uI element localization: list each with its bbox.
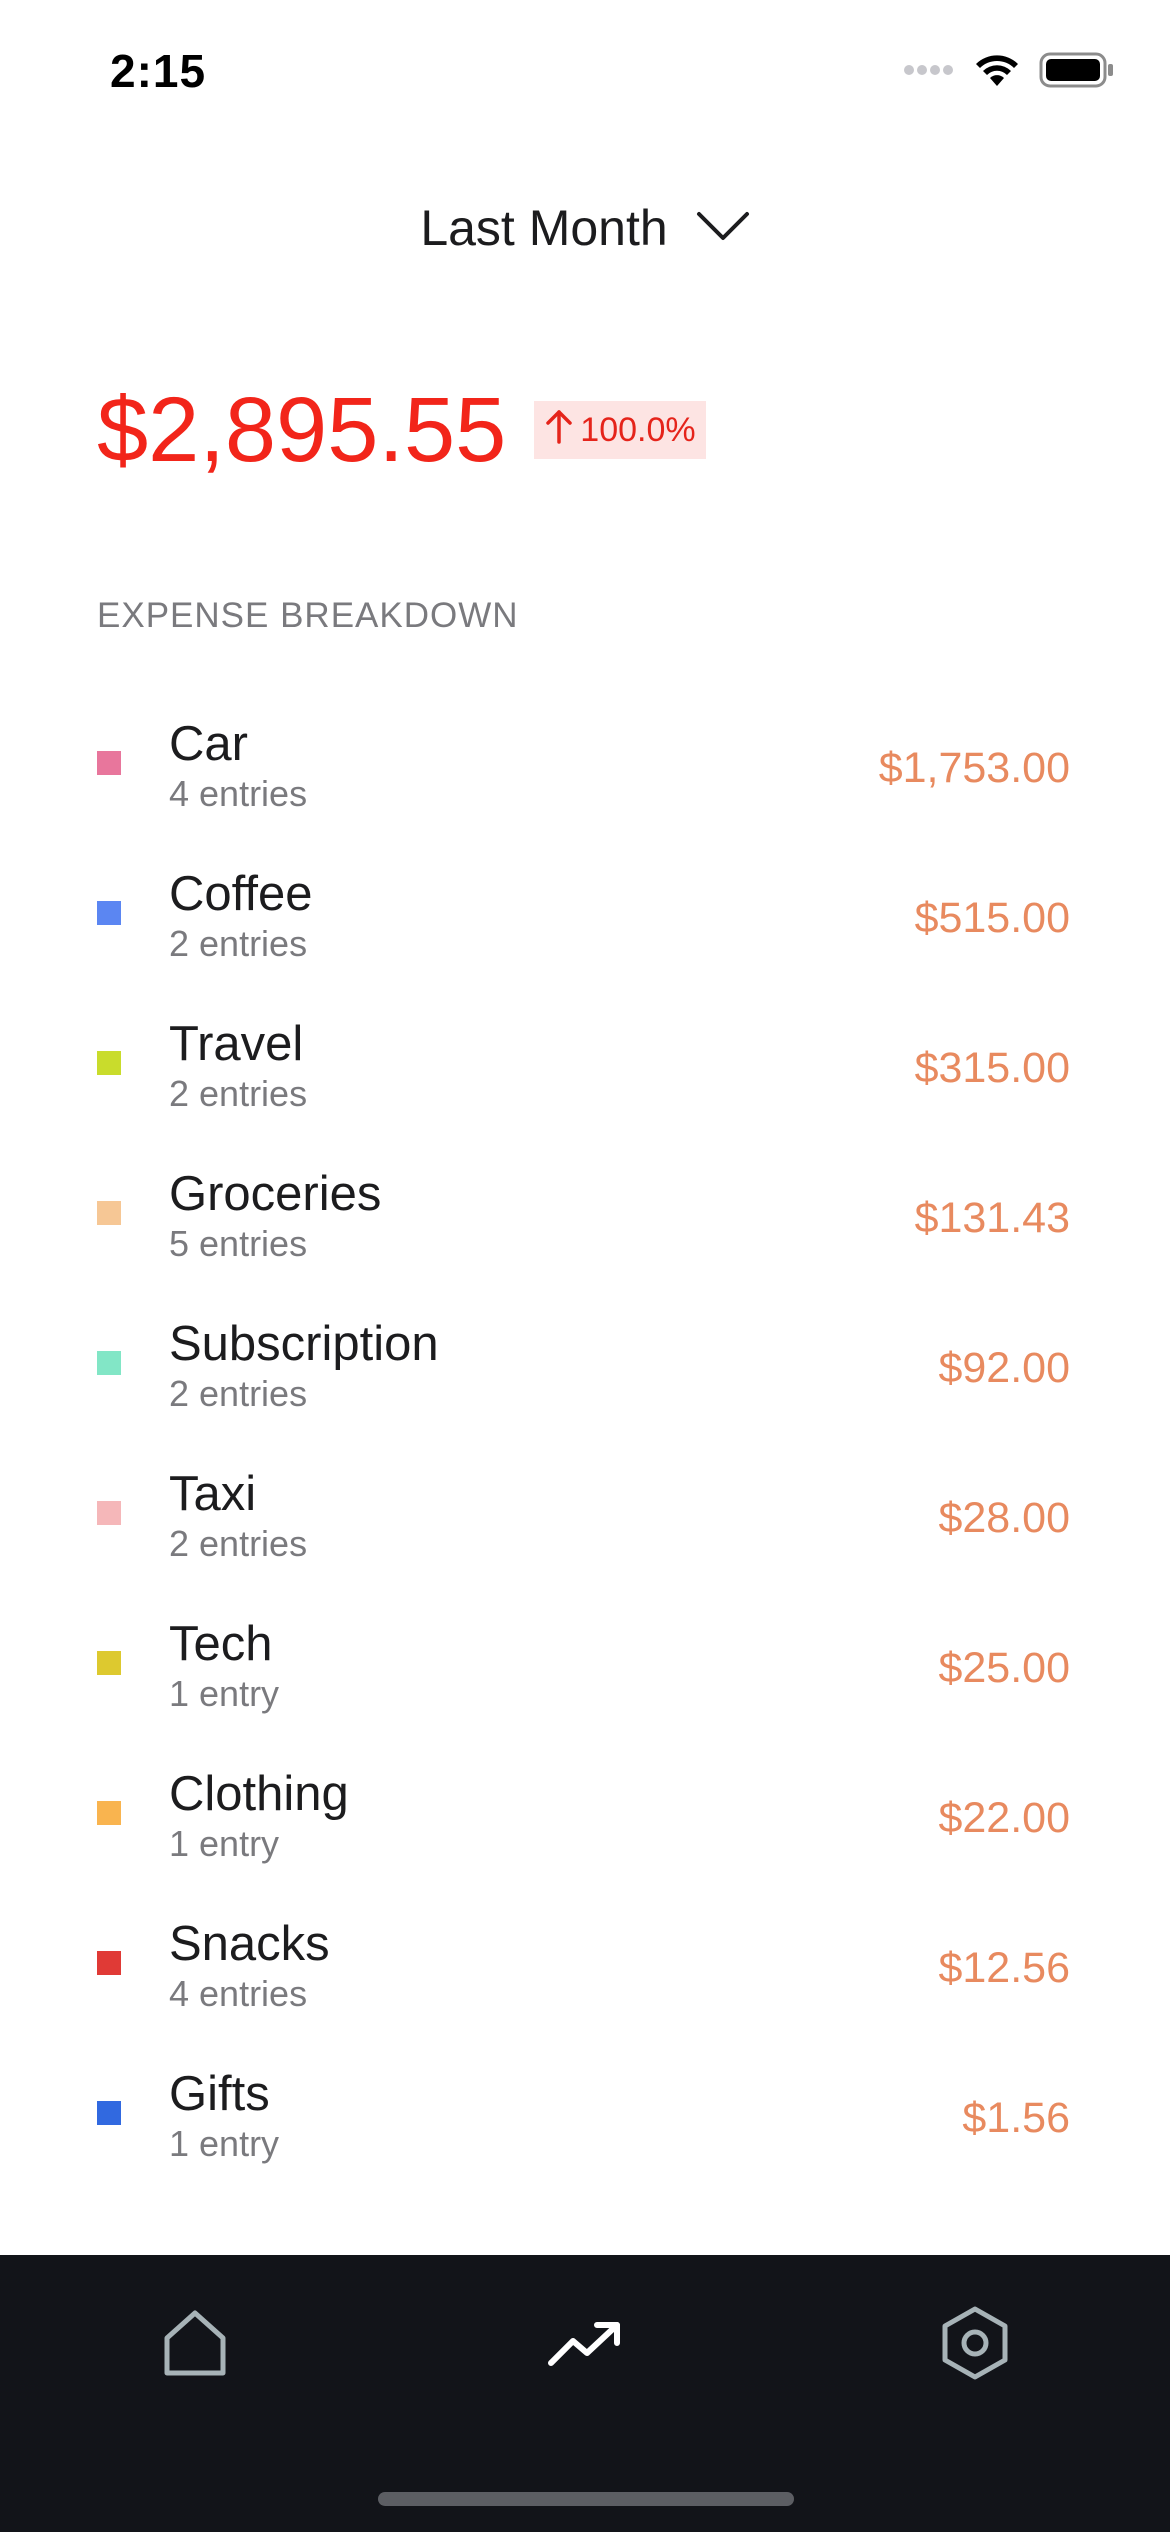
category-amount: $515.00 (914, 894, 1070, 942)
expense-item[interactable]: Coffee 2 entries $515.00 (0, 856, 1170, 1006)
category-amount: $28.00 (938, 1494, 1070, 1542)
expense-item[interactable]: Clothing 1 entry $22.00 (0, 1756, 1170, 1906)
arrow-up-icon (544, 408, 574, 453)
category-color-swatch (97, 1201, 121, 1225)
category-amount: $1,753.00 (878, 744, 1070, 792)
expense-item[interactable]: Travel 2 entries $315.00 (0, 1006, 1170, 1156)
tab-settings[interactable] (915, 2295, 1035, 2395)
status-time: 2:15 (110, 45, 207, 97)
category-name: Gifts (169, 2067, 270, 2121)
category-amount: $131.43 (914, 1194, 1070, 1242)
category-entry-count: 5 entries (169, 1223, 308, 1264)
category-entry-count: 1 entry (169, 1673, 280, 1714)
section-title: EXPENSE BREAKDOWN (97, 596, 519, 635)
change-percent: 100.0% (580, 410, 696, 449)
trending-up-icon (547, 2317, 623, 2374)
category-name: Taxi (169, 1467, 257, 1521)
expense-item[interactable]: Tech 1 entry $25.00 (0, 1606, 1170, 1756)
category-amount: $92.00 (938, 1344, 1070, 1392)
category-color-swatch (97, 901, 121, 925)
category-color-swatch (97, 1501, 121, 1525)
expense-item[interactable]: Taxi 2 entries $28.00 (0, 1456, 1170, 1606)
category-name: Subscription (169, 1317, 439, 1371)
total-amount: $2,895.55 (97, 379, 507, 481)
category-amount: $22.00 (938, 1794, 1070, 1842)
signal-icon (903, 63, 955, 82)
category-color-swatch (97, 751, 121, 775)
category-name: Clothing (169, 1767, 349, 1821)
category-entry-count: 4 entries (169, 1973, 308, 2014)
category-name: Snacks (169, 1917, 330, 1971)
category-entry-count: 2 entries (169, 1373, 308, 1414)
category-name: Groceries (169, 1167, 382, 1221)
category-entry-count: 2 entries (169, 923, 308, 964)
home-indicator (378, 2492, 794, 2506)
settings-hexagon-icon (940, 2305, 1010, 2386)
category-name: Car (169, 717, 248, 771)
category-color-swatch (97, 1651, 121, 1675)
category-entry-count: 2 entries (169, 1523, 308, 1564)
battery-icon (1039, 52, 1115, 93)
expense-item[interactable]: Gifts 1 entry $1.56 (0, 2056, 1170, 2206)
expense-list: Car 4 entries $1,753.00 Coffee 2 entries… (0, 706, 1170, 2206)
tab-analytics[interactable] (525, 2295, 645, 2395)
total-summary: $2,895.55 100.0% (97, 370, 706, 490)
status-bar: 2:15 (0, 0, 1170, 140)
wifi-icon (973, 52, 1021, 93)
category-entry-count: 1 entry (169, 1823, 280, 1864)
expense-item[interactable]: Snacks 4 entries $12.56 (0, 1906, 1170, 2056)
category-entry-count: 4 entries (169, 773, 308, 814)
category-color-swatch (97, 1351, 121, 1375)
expense-item[interactable]: Car 4 entries $1,753.00 (0, 706, 1170, 856)
category-name: Coffee (169, 867, 313, 921)
category-amount: $1.56 (962, 2094, 1070, 2142)
expense-item[interactable]: Groceries 5 entries $131.43 (0, 1156, 1170, 1306)
category-color-swatch (97, 1051, 121, 1075)
category-amount: $315.00 (914, 1044, 1070, 1092)
status-icons (903, 52, 1115, 92)
change-badge: 100.0% (534, 401, 706, 459)
category-amount: $25.00 (938, 1644, 1070, 1692)
chevron-down-icon (696, 210, 750, 247)
category-color-swatch (97, 1951, 121, 1975)
tab-home[interactable] (135, 2295, 255, 2395)
category-entry-count: 2 entries (169, 1073, 308, 1114)
category-name: Travel (169, 1017, 304, 1071)
category-entry-count: 1 entry (169, 2123, 280, 2164)
period-selector[interactable]: Last Month (0, 190, 1170, 266)
home-icon (162, 2308, 228, 2383)
category-amount: $12.56 (938, 1944, 1070, 1992)
tab-bar (0, 2255, 1170, 2532)
category-color-swatch (97, 2101, 121, 2125)
category-name: Tech (169, 1617, 273, 1671)
category-color-swatch (97, 1801, 121, 1825)
period-label: Last Month (420, 200, 668, 256)
expense-item[interactable]: Subscription 2 entries $92.00 (0, 1306, 1170, 1456)
